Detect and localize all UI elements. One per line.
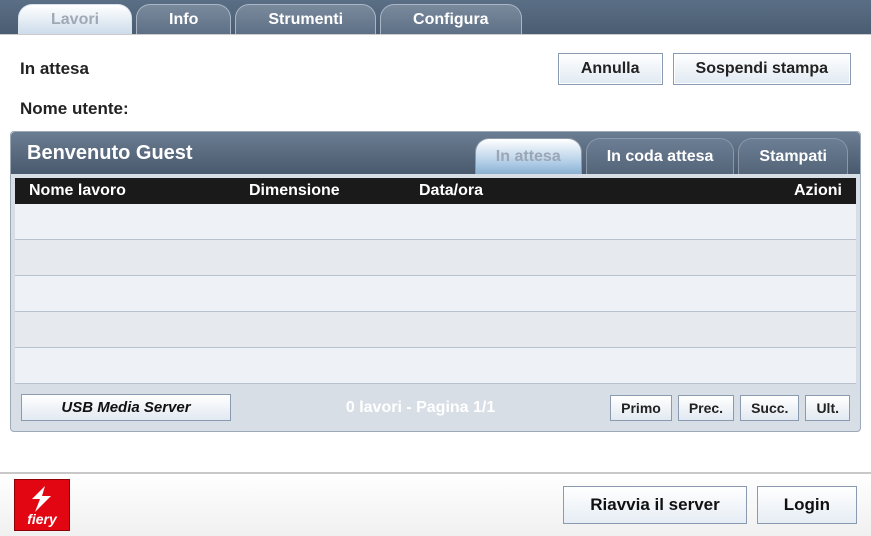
col-header-actions: Azioni (742, 182, 842, 200)
tab-strumenti[interactable]: Strumenti (235, 4, 376, 34)
pager-prev-button[interactable]: Prec. (678, 395, 734, 421)
tab-lavori[interactable]: Lavori (18, 4, 132, 34)
bottom-buttons: Riavvia il server Login (563, 486, 857, 524)
panel-footer: USB Media Server 0 lavori - Pagina 1/1 P… (11, 384, 860, 431)
login-button[interactable]: Login (757, 486, 857, 524)
pause-print-button[interactable]: Sospendi stampa (673, 53, 851, 85)
subtab-waiting[interactable]: In attesa (475, 138, 582, 174)
pager-summary: 0 lavori - Pagina 1/1 (243, 399, 598, 417)
subtab-queue[interactable]: In coda attesa (586, 138, 735, 174)
welcome-text: Benvenuto Guest (27, 142, 193, 165)
status-label: In attesa (20, 59, 89, 79)
usb-media-server-button[interactable]: USB Media Server (21, 394, 231, 421)
subtab-printed[interactable]: Stampati (738, 138, 848, 174)
col-header-date: Data/ora (419, 182, 742, 200)
fiery-logo: fiery (14, 479, 70, 531)
panel-header: Benvenuto Guest In attesa In coda attesa… (11, 132, 860, 174)
lightning-icon (25, 484, 59, 514)
table-row (15, 276, 856, 312)
jobs-panel: Benvenuto Guest In attesa In coda attesa… (10, 131, 861, 432)
fiery-logo-text: fiery (27, 512, 57, 526)
col-header-size: Dimensione (249, 182, 419, 200)
pager-first-button[interactable]: Primo (610, 395, 672, 421)
username-label: Nome utente: (0, 99, 871, 131)
table-header: Nome lavoro Dimensione Data/ora Azioni (15, 178, 856, 204)
restart-server-button[interactable]: Riavvia il server (563, 486, 746, 524)
action-buttons: Annulla Sospendi stampa (558, 53, 851, 85)
table-body (15, 204, 856, 384)
tab-info[interactable]: Info (136, 4, 231, 34)
pager-next-button[interactable]: Succ. (740, 395, 799, 421)
tab-configura[interactable]: Configura (380, 4, 522, 34)
table-row (15, 204, 856, 240)
content-area: In attesa Annulla Sospendi stampa Nome u… (0, 34, 871, 432)
col-header-name: Nome lavoro (29, 182, 249, 200)
bottom-bar: fiery Riavvia il server Login (0, 472, 871, 536)
table-row (15, 348, 856, 384)
pager-last-button[interactable]: Ult. (805, 395, 850, 421)
sub-tabs: In attesa In coda attesa Stampati (475, 132, 860, 174)
pager-buttons: Primo Prec. Succ. Ult. (610, 395, 850, 421)
action-row: In attesa Annulla Sospendi stampa (0, 35, 871, 99)
cancel-button[interactable]: Annulla (558, 53, 663, 85)
table-row (15, 240, 856, 276)
table-row (15, 312, 856, 348)
top-tabs: Lavori Info Strumenti Configura (0, 0, 871, 34)
